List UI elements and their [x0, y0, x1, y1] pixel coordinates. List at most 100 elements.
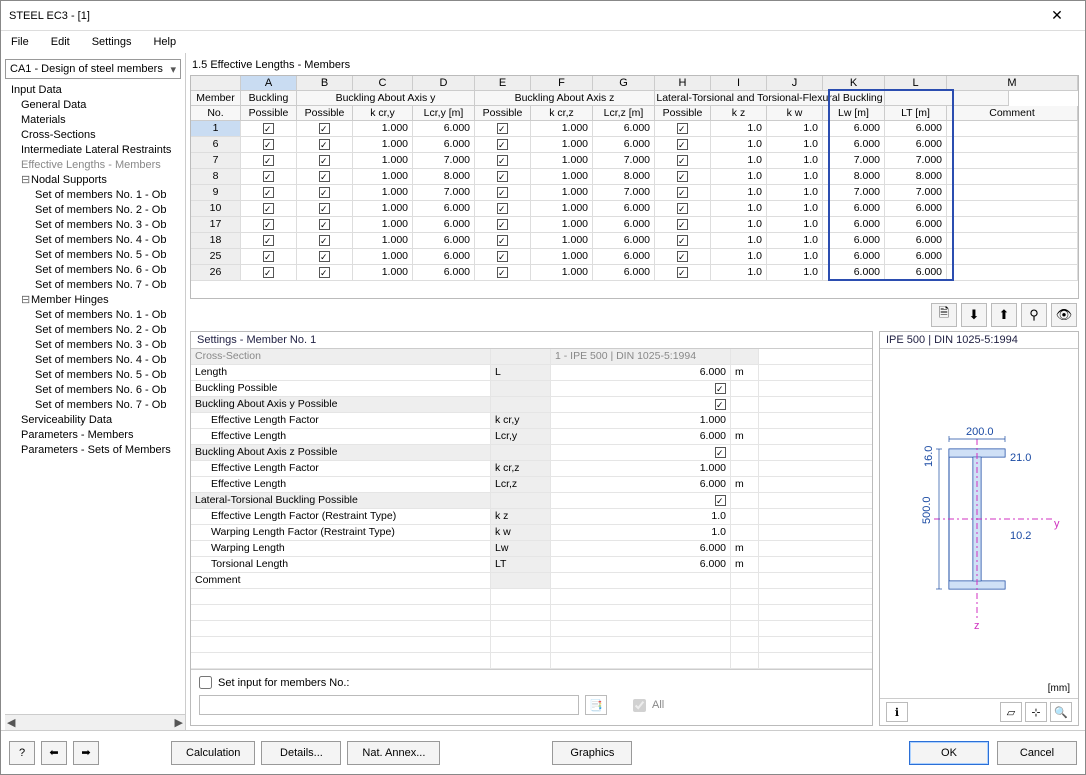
cancel-button[interactable]: Cancel — [997, 741, 1077, 765]
export-excel-icon[interactable]: 🗎 — [931, 303, 957, 327]
zoom-icon[interactable]: 🔍 — [1050, 702, 1072, 722]
calculation-button[interactable]: Calculation — [171, 741, 255, 765]
table-row[interactable]: 261.0006.0001.0006.0001.01.06.0006.000 — [191, 265, 1078, 281]
tree-item[interactable]: General Data — [9, 98, 185, 113]
tree-item[interactable]: Parameters - Sets of Members — [9, 443, 185, 458]
settings-row[interactable]: Effective Length Factork cr,y1.000 — [191, 413, 872, 429]
effective-lengths-grid[interactable]: ABCDEFGHIJKLM MemberBucklingBuckling Abo… — [190, 75, 1079, 299]
table-row[interactable]: 71.0007.0001.0007.0001.01.07.0007.000 — [191, 153, 1078, 169]
menu-settings[interactable]: Settings — [88, 34, 136, 50]
tree-item[interactable]: Set of members No. 1 - Ob — [9, 308, 185, 323]
svg-text:10.2: 10.2 — [1010, 530, 1031, 542]
settings-row[interactable]: Buckling Possible — [191, 381, 872, 397]
button-bar: ? ⬅ ➡ Calculation Details... Nat. Annex.… — [1, 730, 1085, 774]
view-icon[interactable]: 👁 — [1051, 303, 1077, 327]
table-row[interactable]: 11.0006.0001.0006.0001.01.06.0006.000 — [191, 121, 1078, 137]
settings-row[interactable]: Comment — [191, 573, 872, 589]
main-area: 1.5 Effective Lengths - Members ABCDEFGH… — [186, 53, 1085, 730]
tree-item[interactable]: Set of members No. 7 - Ob — [9, 398, 185, 413]
all-label: All — [652, 699, 664, 711]
titlebar: STEEL EC3 - [1] ✕ — [1, 1, 1085, 31]
table-row[interactable]: 81.0008.0001.0008.0001.01.08.0008.000 — [191, 169, 1078, 185]
nav-tree[interactable]: Input Data General DataMaterialsCross-Se… — [5, 83, 185, 714]
tree-item[interactable]: Set of members No. 6 - Ob — [9, 263, 185, 278]
sidebar: CA1 - Design of steel members Input Data… — [1, 53, 186, 730]
case-combobox[interactable]: CA1 - Design of steel members — [5, 59, 181, 79]
tree-item[interactable]: Set of members No. 4 - Ob — [9, 233, 185, 248]
settings-row[interactable]: ⊟Lateral-Torsional Buckling Possible — [191, 493, 872, 509]
settings-row[interactable]: ⊟Buckling About Axis z Possible — [191, 445, 872, 461]
nat-annex-button[interactable]: Nat. Annex... — [347, 741, 440, 765]
close-icon[interactable]: ✕ — [1037, 7, 1077, 24]
axes-icon[interactable]: ⊹ — [1025, 702, 1047, 722]
settings-row[interactable]: Warping LengthLw6.000m — [191, 541, 872, 557]
tree-item[interactable]: Serviceability Data — [9, 413, 185, 428]
view-3d-icon[interactable]: ▱ — [1000, 702, 1022, 722]
menu-file[interactable]: File — [7, 34, 33, 50]
next-button[interactable]: ➡ — [73, 741, 99, 765]
settings-row[interactable]: Effective LengthLcr,y6.000m — [191, 429, 872, 445]
ibeam-diagram: y z 200.0 500.0 — [894, 409, 1064, 639]
table-row[interactable]: 101.0006.0001.0006.0001.01.06.0006.000 — [191, 201, 1078, 217]
ok-button[interactable]: OK — [909, 741, 989, 765]
tree-item[interactable]: Set of members No. 3 - Ob — [9, 338, 185, 353]
pick-members-icon[interactable]: 📑 — [585, 695, 607, 715]
settings-row[interactable]: LengthL6.000m — [191, 365, 872, 381]
tree-item[interactable]: Intermediate Lateral Restraints — [9, 143, 185, 158]
graphics-button[interactable]: Graphics — [552, 741, 632, 765]
menu-help[interactable]: Help — [149, 34, 180, 50]
import-icon[interactable]: ⬇ — [961, 303, 987, 327]
settings-row[interactable]: Effective Length Factork cr,z1.000 — [191, 461, 872, 477]
tree-item[interactable]: Parameters - Members — [9, 428, 185, 443]
preview-unit: [mm] — [1048, 683, 1070, 694]
tree-item[interactable]: Effective Lengths - Members — [9, 158, 185, 173]
grid-container: ABCDEFGHIJKLM MemberBucklingBuckling Abo… — [190, 75, 1079, 299]
settings-grid[interactable]: Cross-Section1 - IPE 500 | DIN 1025-5:19… — [191, 349, 872, 669]
settings-row[interactable]: ⊟Buckling About Axis y Possible — [191, 397, 872, 413]
tree-item[interactable]: Set of members No. 2 - Ob — [9, 323, 185, 338]
settings-row[interactable]: Effective LengthLcr,z6.000m — [191, 477, 872, 493]
settings-row[interactable]: Warping Length Factor (Restraint Type)k … — [191, 525, 872, 541]
tree-item[interactable]: Set of members No. 7 - Ob — [9, 278, 185, 293]
tree-item[interactable]: Set of members No. 5 - Ob — [9, 368, 185, 383]
settings-row[interactable]: Effective Length Factor (Restraint Type)… — [191, 509, 872, 525]
window-title: STEEL EC3 - [1] — [9, 10, 1037, 22]
table-row[interactable]: 251.0006.0001.0006.0001.01.06.0006.000 — [191, 249, 1078, 265]
table-row[interactable]: 61.0006.0001.0006.0001.01.06.0006.000 — [191, 137, 1078, 153]
tree-item[interactable]: Cross-Sections — [9, 128, 185, 143]
filter-icon[interactable]: ⚲ — [1021, 303, 1047, 327]
settings-title: Settings - Member No. 1 — [191, 332, 872, 349]
tree-nodal-supports[interactable]: ⊟Nodal Supports — [9, 173, 185, 188]
section-title: 1.5 Effective Lengths - Members — [192, 59, 1079, 71]
details-button[interactable]: Details... — [261, 741, 341, 765]
table-row[interactable]: 181.0006.0001.0006.0001.01.06.0006.000 — [191, 233, 1078, 249]
table-row[interactable]: 171.0006.0001.0006.0001.01.06.0006.000 — [191, 217, 1078, 233]
menu-edit[interactable]: Edit — [47, 34, 74, 50]
tree-root[interactable]: Input Data — [9, 83, 185, 98]
menubar: File Edit Settings Help — [1, 31, 1085, 53]
tree-item[interactable]: Set of members No. 4 - Ob — [9, 353, 185, 368]
tree-item[interactable]: Set of members No. 2 - Ob — [9, 203, 185, 218]
tree-member-hinges[interactable]: ⊟Member Hinges — [9, 293, 185, 308]
svg-text:21.0: 21.0 — [1010, 452, 1031, 464]
settings-row[interactable]: Torsional LengthLT6.000m — [191, 557, 872, 573]
tree-item[interactable]: Set of members No. 3 - Ob — [9, 218, 185, 233]
svg-text:200.0: 200.0 — [966, 426, 994, 438]
tree-horizontal-scrollbar[interactable]: ◀▶ — [5, 714, 185, 730]
prev-button[interactable]: ⬅ — [41, 741, 67, 765]
settings-panel: Settings - Member No. 1 Cross-Section1 -… — [190, 331, 873, 726]
export-icon[interactable]: ⬆ — [991, 303, 1017, 327]
set-input-label: Set input for members No.: — [218, 677, 349, 689]
tree-item[interactable]: Set of members No. 5 - Ob — [9, 248, 185, 263]
tree-item[interactable]: Set of members No. 1 - Ob — [9, 188, 185, 203]
set-input-field[interactable] — [199, 695, 579, 715]
help-button[interactable]: ? — [9, 741, 35, 765]
tree-item[interactable]: Materials — [9, 113, 185, 128]
settings-row[interactable]: Cross-Section1 - IPE 500 | DIN 1025-5:19… — [191, 349, 872, 365]
set-input-checkbox[interactable] — [199, 676, 212, 689]
table-row[interactable]: 91.0007.0001.0007.0001.01.07.0007.000 — [191, 185, 1078, 201]
all-checkbox[interactable] — [633, 699, 646, 712]
svg-text:y: y — [1054, 518, 1060, 530]
info-icon[interactable]: ℹ — [886, 702, 908, 722]
tree-item[interactable]: Set of members No. 6 - Ob — [9, 383, 185, 398]
